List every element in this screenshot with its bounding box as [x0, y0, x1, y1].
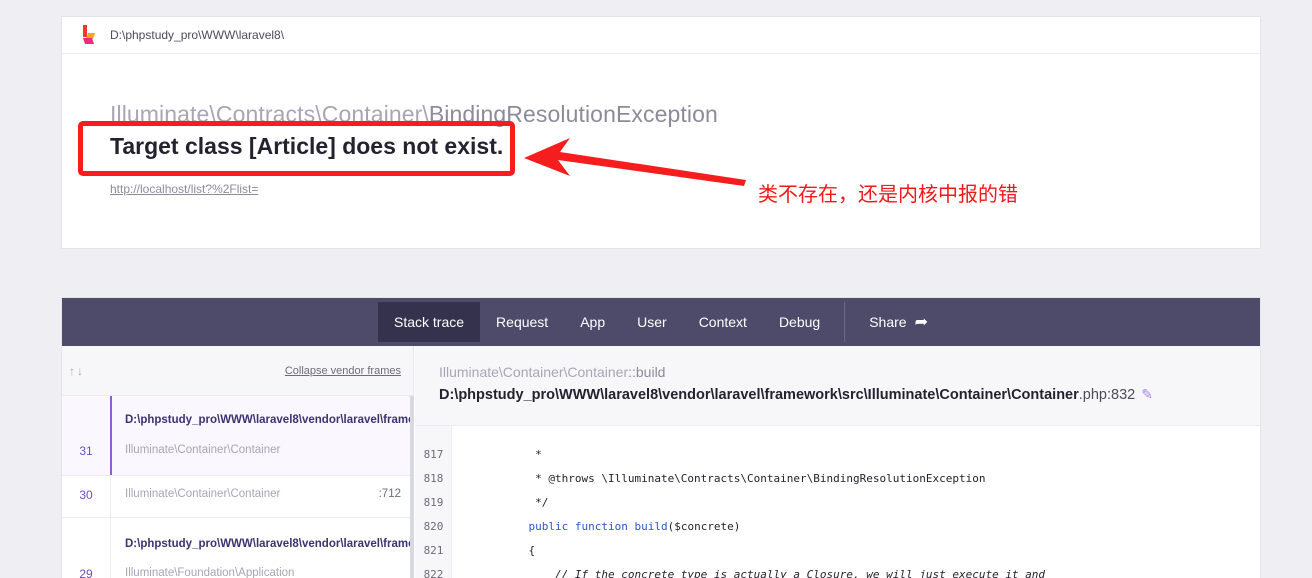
code-line: 817 * — [415, 442, 542, 466]
frame-file-line: .php:832 — [1078, 387, 1136, 403]
frame-class: Illuminate\Foundation\Application — [125, 567, 295, 578]
frames-header: ↑↓ Collapse vendor frames — [62, 346, 413, 396]
tab-app[interactable]: App — [564, 302, 621, 342]
line-number: 820 — [423, 519, 444, 533]
highlight-box — [78, 121, 515, 176]
frame-file-name: D:\phpstudy_pro\WWW\laravel8\vendor\lara… — [439, 387, 1079, 403]
code-line: 818 * @throws \Illuminate\Contracts\Cont… — [415, 466, 986, 490]
code-line: 822 // If the concrete type is actually … — [415, 562, 1046, 578]
frame-method-name: ::build — [628, 364, 666, 380]
tab-context[interactable]: Context — [683, 302, 763, 342]
card-header: D:\phpstudy_pro\WWW\laravel8\ — [62, 17, 1260, 54]
frame-line: :712 — [378, 488, 401, 500]
line-number: 818 — [423, 471, 444, 485]
stack-frame-30[interactable]: 30 Illuminate\Container\Container :712 — [62, 476, 413, 518]
tab-user[interactable]: User — [621, 302, 683, 342]
frame-method: Illuminate\Container\Container::build — [439, 364, 1260, 380]
code-text: * @throws \Illuminate\Contracts\Containe… — [502, 471, 986, 485]
code-comment: // If the concrete type is actually a Cl… — [502, 567, 1046, 578]
code-text: public function build($concrete) — [502, 520, 740, 533]
code-function: build — [634, 519, 668, 533]
frame-method-class: Illuminate\Container\Container — [439, 364, 629, 380]
code-text: { — [502, 543, 536, 557]
tab-label: Stack trace — [394, 314, 465, 330]
tab-label: User — [637, 314, 667, 330]
ignition-logo-icon — [81, 25, 96, 45]
tab-request[interactable]: Request — [480, 302, 564, 342]
sort-arrows-icon[interactable]: ↑↓ — [69, 364, 85, 378]
stack-frame-29[interactable]: D:\phpstudy_pro\WWW\laravel8\vendor\lara… — [62, 518, 413, 578]
tab-divider — [844, 302, 846, 342]
frame-file: D:\phpstudy_pro\WWW\laravel8\vendor\lara… — [125, 414, 410, 426]
tab-stack-trace[interactable]: Stack trace — [378, 302, 481, 342]
annotation-note: 类不存在，还是内核中报的错 — [758, 184, 1018, 206]
tab-label: Request — [496, 314, 549, 330]
frames-scrollbar[interactable] — [410, 396, 414, 578]
code-params: ($concrete) — [667, 519, 741, 533]
project-path: D:\phpstudy_pro\WWW\laravel8\ — [110, 28, 285, 42]
code-snippet: 817 * 818 * @throws \Illuminate\Contract… — [415, 426, 1260, 578]
frame-number: 30 — [79, 488, 93, 502]
error-panel: Stack trace Request App User Context Deb… — [61, 297, 1261, 578]
tab-debug[interactable]: Debug — [763, 302, 836, 342]
frame-detail-header: Illuminate\Container\Container::build D:… — [415, 346, 1260, 426]
frame-number: 31 — [79, 444, 93, 458]
frame-file-path: D:\phpstudy_pro\WWW\laravel8\vendor\lara… — [439, 386, 1260, 403]
code-keyword: public function — [502, 519, 635, 533]
frame-detail: Illuminate\Container\Container::build D:… — [415, 346, 1260, 578]
annotation-arrow-icon — [524, 138, 746, 186]
frame-file: D:\phpstudy_pro\WWW\laravel8\vendor\lara… — [125, 538, 410, 550]
line-number: 821 — [423, 543, 444, 557]
tab-label: Debug — [778, 314, 821, 330]
frame-class: Illuminate\Container\Container — [125, 444, 281, 456]
code-line: 819 */ — [415, 490, 549, 514]
code-text: */ — [502, 495, 549, 509]
stack-frame-31[interactable]: D:\phpstudy_pro\WWW\laravel8\vendor\lara… — [62, 396, 413, 476]
frame-number: 29 — [79, 567, 93, 578]
edit-pencil-icon[interactable]: ✎ — [1141, 386, 1153, 402]
tab-share[interactable]: Share ➦ — [853, 302, 944, 342]
frame-class: Illuminate\Container\Container — [125, 488, 281, 500]
code-line: 820 public function build($concrete) — [415, 514, 741, 538]
share-icon: ➦ — [914, 314, 928, 331]
collapse-vendor-frames-link[interactable]: Collapse vendor frames — [285, 365, 401, 377]
line-number: 822 — [423, 567, 444, 578]
tab-label: Context — [698, 314, 747, 330]
tab-bar: Stack trace Request App User Context Deb… — [62, 298, 1260, 346]
code-text: * — [502, 447, 542, 461]
request-url-link[interactable]: http://localhost/list?%2Flist= — [110, 182, 258, 196]
line-number: 819 — [423, 495, 444, 509]
code-line: 821 { — [415, 538, 536, 562]
stack-frames-list: ↑↓ Collapse vendor frames D:\phpstudy_pr… — [62, 346, 414, 578]
tab-label: App — [580, 314, 606, 330]
tab-label: Share — [869, 314, 907, 330]
line-number: 817 — [423, 447, 444, 461]
